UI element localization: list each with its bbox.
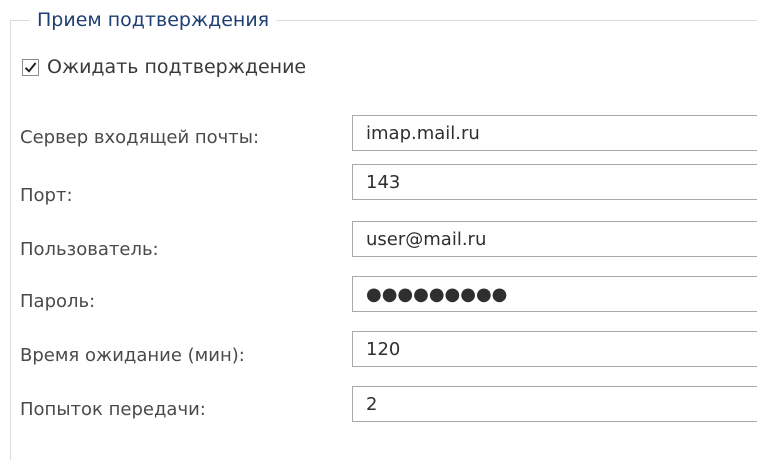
password-input[interactable] — [352, 276, 757, 312]
wait-confirmation-label: Ожидать подтверждение — [47, 56, 307, 78]
server-label: Сервер входящей почты: — [20, 127, 260, 148]
port-label: Порт: — [20, 185, 73, 206]
attempts-label: Попыток передачи: — [20, 399, 206, 420]
attempts-input[interactable] — [352, 386, 757, 422]
timeout-label: Время ожидание (мин): — [20, 345, 245, 366]
port-input[interactable] — [352, 164, 757, 200]
wait-confirmation-checkbox[interactable] — [22, 58, 39, 76]
user-input[interactable] — [352, 221, 757, 257]
wait-confirmation-checkbox-row[interactable]: Ожидать подтверждение — [22, 54, 306, 80]
user-label: Пользователь: — [20, 239, 159, 260]
server-input[interactable] — [352, 115, 757, 151]
timeout-input[interactable] — [352, 331, 757, 367]
checkmark-icon — [24, 61, 37, 73]
group-title: Прием подтверждения — [30, 8, 277, 32]
password-label: Пароль: — [20, 291, 96, 312]
